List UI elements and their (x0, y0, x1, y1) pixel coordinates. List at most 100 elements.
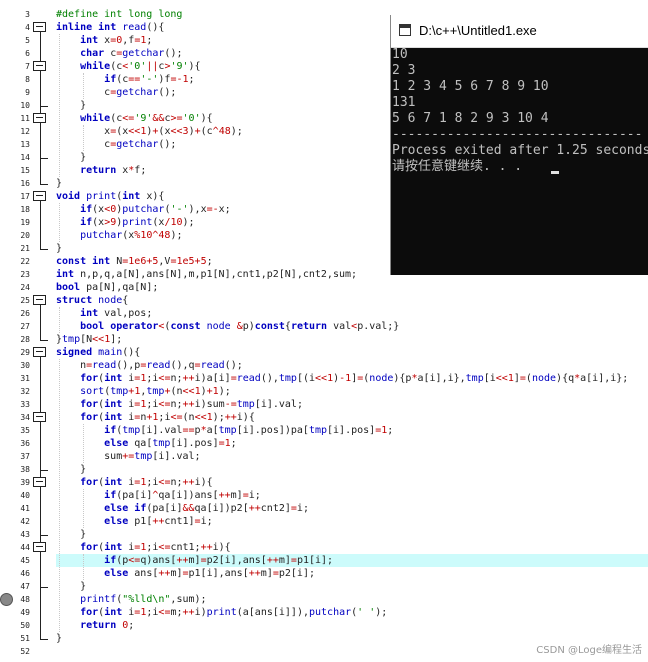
line-number: 42 (20, 517, 30, 526)
line-number: 51 (20, 634, 30, 643)
line-number: 27 (20, 322, 30, 331)
line-number: 23 (20, 270, 30, 279)
code-line[interactable]: struct node{ (56, 294, 648, 307)
fold-toggle-icon[interactable] (33, 412, 46, 422)
code-line[interactable]: n=read(),p=read(),q=read(); (56, 359, 648, 372)
code-line[interactable]: return 0; (56, 619, 648, 632)
indent-guide (59, 359, 60, 632)
code-line[interactable]: if(tmp[i].val==p*a[tmp[i].pos])pa[tmp[i]… (56, 424, 648, 437)
fold-toggle-icon[interactable] (33, 113, 46, 123)
line-number: 49 (20, 608, 30, 617)
code-line[interactable]: for(int i=1;i<=cnt1;++i){ (56, 541, 648, 554)
code-line[interactable]: else ans[++m]=p1[i],ans[++m]=p2[i]; (56, 567, 648, 580)
console-output-line: 5 6 7 1 8 2 9 3 10 4 (392, 111, 549, 126)
code-line[interactable]: for(int i=1;i<=n;++i){ (56, 476, 648, 489)
line-number: 5 (25, 36, 30, 45)
fold-guide (40, 196, 41, 249)
console-output-line: 10 (392, 47, 408, 62)
line-number: 39 (20, 478, 30, 487)
fold-toggle-icon[interactable] (33, 61, 46, 71)
indent-guide (83, 73, 84, 99)
code-line[interactable]: } (56, 580, 648, 593)
console-output-line: 1 2 3 4 5 6 7 8 9 10 (392, 79, 549, 94)
fold-end-marker (40, 638, 48, 640)
code-line[interactable]: signed main(){ (56, 346, 648, 359)
code-line[interactable]: } (56, 528, 648, 541)
code-line[interactable]: for(int i=1;i<=m;++i)print(a[ans[i]]),pu… (56, 606, 648, 619)
console-window-icon (399, 24, 411, 36)
line-number: 52 (20, 647, 30, 656)
line-number: 24 (20, 283, 30, 292)
code-line[interactable]: for(int i=n+1;i<=(n<<1);++i){ (56, 411, 648, 424)
code-line[interactable]: int val,pos; (56, 307, 648, 320)
indent-guide (83, 489, 84, 528)
current-code-line[interactable]: if(p<=q)ans[++m]=p2[i],ans[++m]=p1[i]; (56, 554, 648, 567)
fold-toggle-icon[interactable] (33, 347, 46, 357)
line-number: 32 (20, 387, 30, 396)
fold-toggle-icon[interactable] (33, 22, 46, 32)
line-number: 36 (20, 439, 30, 448)
code-line[interactable]: else qa[tmp[i].pos]=1; (56, 437, 648, 450)
line-number: 9 (25, 88, 30, 97)
line-number: 12 (20, 127, 30, 136)
console-window[interactable]: D:\c++\Untitled1.exe 10 2 31 2 3 4 5 6 7 … (390, 15, 648, 275)
console-output[interactable]: 10 2 31 2 3 4 5 6 7 8 9 10 131 5 6 7 1 8 2 … (391, 47, 648, 275)
fold-end-marker (40, 248, 48, 250)
code-line[interactable]: sort(tmp+1,tmp+(n<<1)+1); (56, 385, 648, 398)
line-number: 34 (20, 413, 30, 422)
line-number: 38 (20, 465, 30, 474)
fold-toggle-icon[interactable] (33, 191, 46, 201)
code-line[interactable]: for(int i=1;i<=n;++i)sum-=tmp[i].val; (56, 398, 648, 411)
console-output-line: 2 3 (392, 63, 416, 78)
fold-toggle-icon[interactable] (33, 477, 46, 487)
indent-guide (59, 34, 60, 177)
code-line[interactable]: sum+=tmp[i].val; (56, 450, 648, 463)
line-number: 35 (20, 426, 30, 435)
code-line[interactable]: else p1[++cnt1]=i; (56, 515, 648, 528)
line-number: 31 (20, 374, 30, 383)
code-line[interactable]: }tmp[N<<1]; (56, 333, 648, 346)
console-titlebar[interactable]: D:\c++\Untitled1.exe (391, 15, 648, 48)
fold-end-marker (40, 183, 48, 185)
line-number: 6 (25, 49, 30, 58)
line-number: 40 (20, 491, 30, 500)
fold-guide (40, 300, 41, 340)
line-number: 28 (20, 335, 30, 344)
line-number: 13 (20, 140, 30, 149)
code-line[interactable]: bool operator<(const node &p)const{retur… (56, 320, 648, 333)
fold-toggle-icon[interactable] (33, 542, 46, 552)
code-line[interactable]: } (56, 463, 648, 476)
fold-guide (40, 352, 41, 639)
indent-guide (83, 125, 84, 151)
console-cursor (551, 171, 559, 174)
fold-toggle-icon[interactable] (33, 295, 46, 305)
line-number: 43 (20, 530, 30, 539)
code-line[interactable]: bool pa[N],qa[N]; (56, 281, 648, 294)
line-number: 8 (25, 75, 30, 84)
code-line[interactable]: for(int i=1;i<=n;++i)a[i]=read(),tmp[(i<… (56, 372, 648, 385)
line-number: 19 (20, 218, 30, 227)
fold-end-marker (40, 105, 48, 107)
code-line[interactable]: if(pa[i]^qa[i])ans[++m]=i; (56, 489, 648, 502)
line-number: 22 (20, 257, 30, 266)
line-number: 14 (20, 153, 30, 162)
line-number: 50 (20, 621, 30, 630)
fold-end-marker (40, 339, 48, 341)
indent-guide (59, 307, 60, 333)
line-number: 44 (20, 543, 30, 552)
line-number: 20 (20, 231, 30, 240)
breakpoint-icon[interactable] (0, 593, 13, 606)
line-number: 11 (20, 114, 30, 123)
line-number: 15 (20, 166, 30, 175)
line-number: 21 (20, 244, 30, 253)
line-number: 45 (20, 556, 30, 565)
indent-guide (83, 554, 84, 580)
line-number: 26 (20, 309, 30, 318)
line-number: 41 (20, 504, 30, 513)
code-line[interactable]: printf("%lld\n",sum); (56, 593, 648, 606)
console-output-line: Process exited after 1.25 seconds (392, 143, 648, 158)
indent-guide (83, 424, 84, 463)
line-number: 7 (25, 62, 30, 71)
line-number: 4 (25, 23, 30, 32)
code-line[interactable]: else if(pa[i]&&qa[i])p2[++cnt2]=i; (56, 502, 648, 515)
